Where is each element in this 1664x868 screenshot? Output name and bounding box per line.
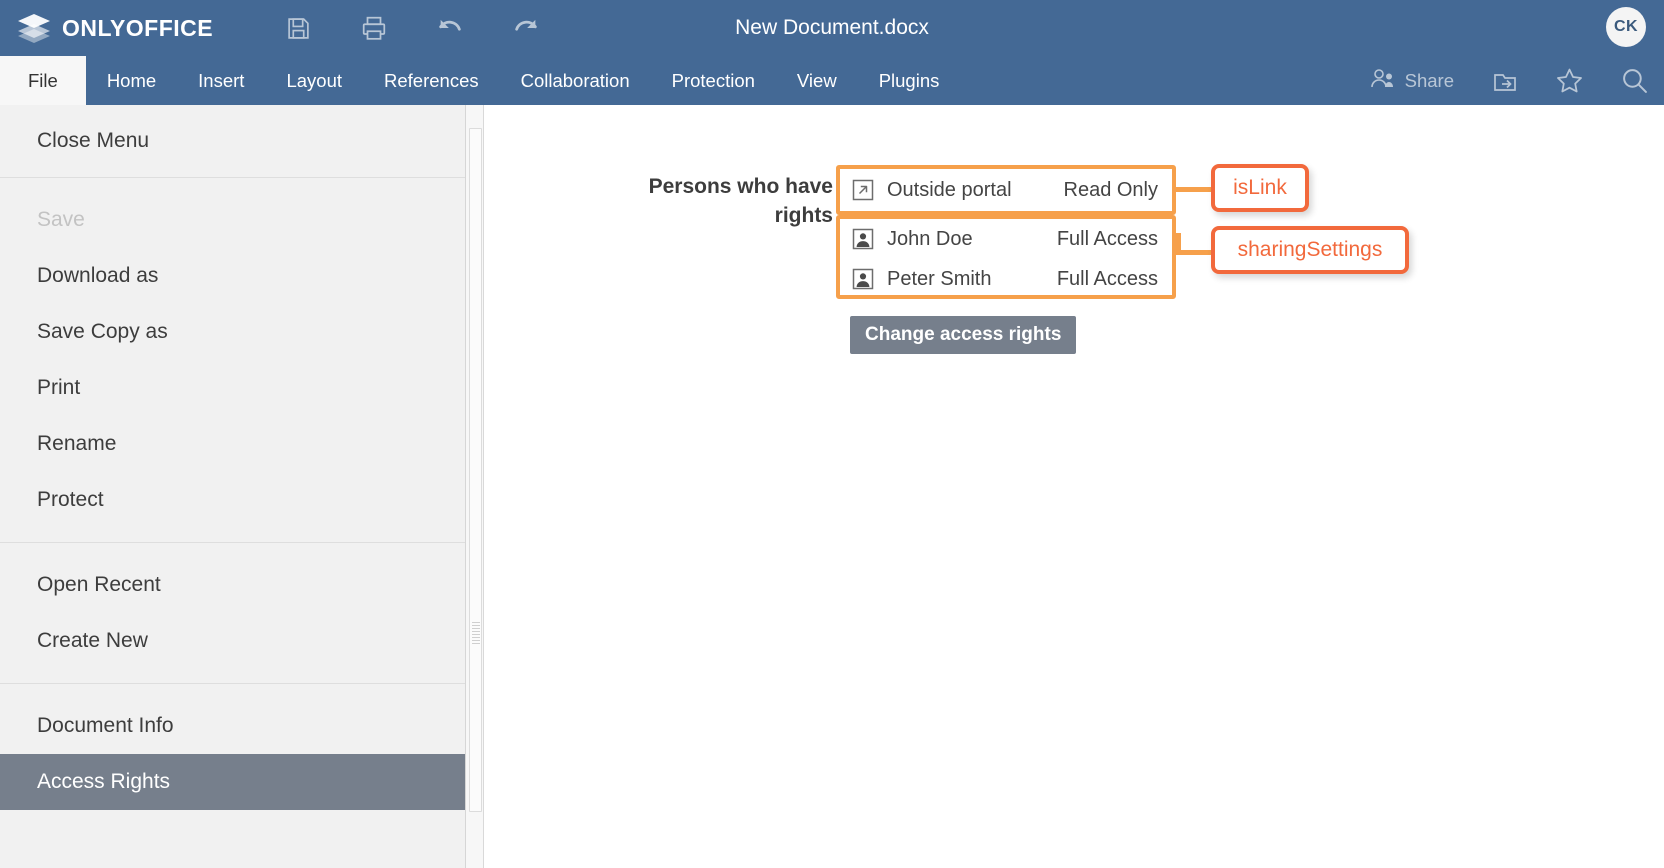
access-row-name: Peter Smith [887,267,992,290]
brand-name: ONLYOFFICE [62,14,214,41]
access-row-outside-portal[interactable]: Outside portal Read Only [840,169,1172,211]
menu-group-close: Close Menu [0,105,465,178]
change-access-rights-button[interactable]: Change access rights [850,316,1077,354]
menu-item-rename[interactable]: Rename [0,416,465,472]
menu-item-create-new[interactable]: Create New [0,613,465,669]
menu-item-save: Save [37,208,85,231]
tab-tools: Share [1370,56,1648,105]
save-icon[interactable] [283,13,313,43]
sidebar-scrollbar-grip[interactable] [472,622,480,646]
star-icon[interactable] [1556,67,1583,94]
brand: ONLYOFFICE [17,0,213,56]
menu-item-download-as[interactable]: Download as [0,248,465,304]
annotation-sharingsettings: sharingSettings [1211,226,1409,274]
file-menu-sidebar: Close Menu Save Download as Save Copy as… [0,105,466,868]
tab-view[interactable]: View [776,56,858,105]
menu-item-access-rights[interactable]: Access Rights [0,754,465,810]
menu-group-open-create: Open Recent Create New [0,543,465,684]
tab-file[interactable]: File [0,56,86,105]
link-rights-group: Outside portal Read Only [836,165,1176,215]
access-row-level: Read Only [1063,178,1159,201]
document-title: New Document.docx [735,16,929,39]
tab-protection[interactable]: Protection [651,56,776,105]
tab-collaboration[interactable]: Collaboration [500,56,651,105]
access-rights-panel: Persons who have rights Outside portal R… [485,105,1664,868]
tab-plugins[interactable]: Plugins [858,56,961,105]
people-share-icon [1370,67,1396,94]
menu-item-open-recent[interactable]: Open Recent [0,557,465,613]
layers-stack-icon [17,13,51,43]
access-row-level: Full Access [1056,267,1158,290]
tab-list: File Home Insert Layout References Colla… [0,56,960,105]
share-label: Share [1404,69,1454,91]
tab-strip: File Home Insert Layout References Colla… [0,56,1664,105]
callout-leader-line [1176,187,1212,192]
annotation-islink: isLink [1211,164,1309,212]
access-row-level: Full Access [1056,227,1158,250]
menu-group-file-ops: Save Download as Save Copy as Print Rena… [0,178,465,543]
search-icon[interactable] [1621,67,1648,94]
external-link-icon [852,179,874,201]
menu-item-print[interactable]: Print [0,360,465,416]
tab-references[interactable]: References [363,56,500,105]
user-icon [852,268,874,290]
callout-leader-line [1176,250,1212,255]
access-row-peter-smith[interactable]: Peter Smith Full Access [840,259,1172,299]
sidebar-scrollbar-thumb[interactable] [469,128,482,812]
share-button[interactable]: Share [1370,67,1454,94]
titlebar-tools [283,13,541,43]
open-folder-arrow-icon[interactable] [1492,69,1518,93]
tab-layout[interactable]: Layout [265,56,363,105]
tab-home[interactable]: Home [86,56,177,105]
section-label: Persons who have rights [648,175,833,227]
access-row-name: John Doe [887,227,973,250]
access-row-name: Outside portal [887,178,1012,201]
menu-item-close-menu[interactable]: Close Menu [0,105,465,177]
menu-item-save-copy-as[interactable]: Save Copy as [0,304,465,360]
title-bar: ONLYOFFICE New Document.docx CK [0,0,1664,56]
tab-insert[interactable]: Insert [177,56,265,105]
access-row-john-doe[interactable]: John Doe Full Access [840,219,1172,259]
user-icon [852,228,874,250]
menu-item-protect[interactable]: Protect [0,472,465,528]
user-rights-group: John Doe Full Access Peter Smith Full Ac… [836,215,1176,299]
avatar[interactable]: CK [1606,7,1646,47]
menu-group-info: Document Info Access Rights [0,684,465,810]
print-icon[interactable] [359,13,389,43]
menu-item-document-info[interactable]: Document Info [0,698,465,754]
redo-icon[interactable] [511,13,541,43]
undo-icon[interactable] [435,13,465,43]
